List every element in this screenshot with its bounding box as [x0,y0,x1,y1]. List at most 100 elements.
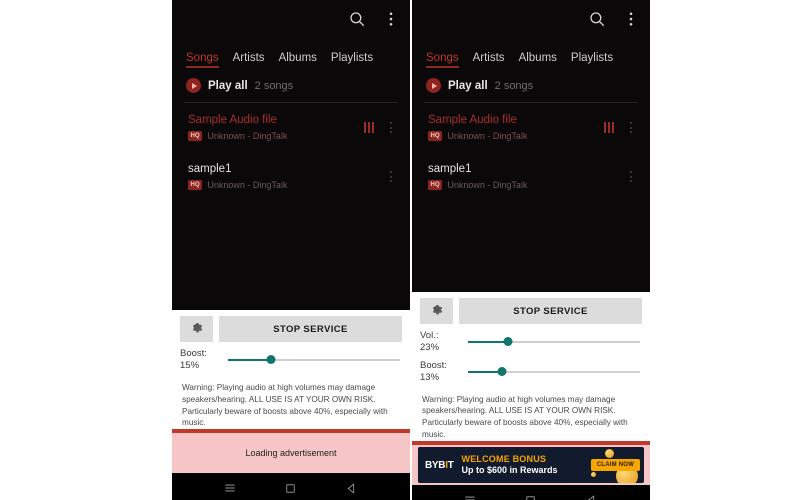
bybit-ad-inner: BYBIT WELCOME BONUS Up to $600 in Reward… [418,447,644,484]
table-row[interactable]: sample1 HQ Unknown - DingTalk [412,152,650,201]
tab-songs[interactable]: Songs [426,52,473,68]
control-button-row: STOP SERVICE [172,316,410,342]
slider-label-volume: Vol.: 23% [420,330,440,353]
slider-label-boost: Boost: 15% [180,348,207,371]
slider-volume-row: Vol.: 23% [412,324,650,354]
play-circle-icon[interactable] [426,78,441,93]
play-all-row[interactable]: Play all 2 songs [412,68,650,102]
menu-icon[interactable] [463,493,478,500]
more-vertical-icon[interactable] [382,10,400,28]
tab-playlists[interactable]: Playlists [331,52,387,68]
song-count-label: 2 songs [254,79,294,92]
song-list-left: Sample Audio file HQ Unknown - DingTalk … [172,103,410,201]
volume-slider[interactable] [468,334,640,350]
settings-button[interactable] [180,316,213,342]
bybit-ad[interactable]: BYBIT WELCOME BONUS Up to $600 in Reward… [412,445,650,485]
ad-banner-right[interactable]: BYBIT WELCOME BONUS Up to $600 in Reward… [412,445,650,486]
stop-service-button[interactable]: STOP SERVICE [219,316,402,342]
tab-albums[interactable]: Albums [279,52,331,68]
boost-slider[interactable] [468,364,640,380]
warning-text: Warning: Playing audio at high volumes m… [422,394,628,440]
play-circle-icon[interactable] [186,78,201,93]
app-topbar-right [412,0,650,38]
song-artist: Unknown - DingTalk [447,180,528,190]
tab-albums[interactable]: Albums [519,52,571,68]
song-overflow-icon[interactable] [624,169,638,185]
square-home-icon[interactable] [523,493,538,500]
song-subtitle: HQ Unknown - DingTalk [428,180,616,190]
boost-slider[interactable] [228,352,400,368]
slider-thumb[interactable] [266,355,276,365]
tab-artists[interactable]: Artists [473,52,519,68]
ad-banner-left[interactable]: Loading advertisement [172,433,410,474]
slider-fill [228,358,271,361]
play-all-label: Play all [448,79,488,92]
table-row[interactable]: sample1 HQ Unknown - DingTalk [172,152,410,201]
coin-graphic [605,449,614,459]
left-margin [0,0,172,500]
table-row[interactable]: Sample Audio file HQ Unknown - DingTalk [172,103,410,152]
song-subtitle: HQ Unknown - DingTalk [188,180,376,190]
music-app-dark-area-right: Songs Artists Albums Playlists Play all … [412,0,650,292]
table-row[interactable]: Sample Audio file HQ Unknown - DingTalk [412,103,650,152]
control-panel-right: STOP SERVICE Vol.: 23% Boost: 13% Warnin… [412,292,650,442]
play-all-row[interactable]: Play all 2 songs [172,68,410,102]
song-overflow-icon[interactable] [384,120,398,136]
song-overflow-icon[interactable] [384,169,398,185]
slider-thumb[interactable] [497,367,507,377]
equalizer-playing-icon [604,122,614,133]
equalizer-playing-icon [364,122,374,133]
hq-badge: HQ [428,180,443,190]
right-margin [650,0,800,500]
song-count-label: 2 songs [494,79,534,92]
stop-service-button[interactable]: STOP SERVICE [459,298,642,324]
song-title: sample1 [188,163,232,175]
coin-graphic [591,472,596,478]
bybit-ad-text: WELCOME BONUS Up to $600 in Rewards [454,454,591,476]
hq-badge: HQ [188,131,203,141]
gear-icon [429,301,444,321]
ad-subheadline: Up to $600 in Rewards [461,464,558,475]
slider-fill [468,340,508,343]
search-icon[interactable] [348,10,366,28]
tab-bar-left: Songs Artists Albums Playlists [172,38,410,68]
more-vertical-icon[interactable] [622,10,640,28]
ad-headline: WELCOME BONUS [461,454,547,465]
song-title: Sample Audio file [428,114,517,126]
menu-icon[interactable] [223,481,238,496]
song-list-right: Sample Audio file HQ Unknown - DingTalk … [412,103,650,201]
ad-loading-label: Loading advertisement [245,448,337,459]
tab-playlists[interactable]: Playlists [571,52,627,68]
slider-boost-row: Boost: 13% [412,354,650,384]
song-info: sample1 HQ Unknown - DingTalk [428,163,616,190]
square-home-icon[interactable] [283,481,298,496]
song-info: Sample Audio file HQ Unknown - DingTalk [188,114,356,141]
slider-label-boost: Boost: 13% [420,359,447,383]
slider-thumb[interactable] [503,337,513,347]
back-triangle-icon[interactable] [344,481,359,496]
back-triangle-icon[interactable] [584,493,599,500]
play-all-label: Play all [208,79,248,92]
control-button-row: STOP SERVICE [412,298,650,324]
control-panel-left: STOP SERVICE Boost: 15% Warning: Playing… [172,310,410,430]
search-icon[interactable] [588,10,606,28]
phone-screenshot-left: Songs Artists Albums Playlists Play all … [172,0,410,500]
warning-text: Warning: Playing audio at high volumes m… [182,382,388,428]
claim-now-button[interactable]: CLAIM NOW [590,459,640,472]
app-topbar-left [172,0,410,38]
song-overflow-icon[interactable] [624,120,638,136]
song-subtitle: HQ Unknown - DingTalk [428,131,596,141]
phone-screenshot-right: Songs Artists Albums Playlists Play all … [412,0,650,500]
settings-button[interactable] [420,298,453,324]
tab-artists[interactable]: Artists [233,52,279,68]
music-app-dark-area-left: Songs Artists Albums Playlists Play all … [172,0,410,310]
gear-icon [189,319,204,339]
hq-badge: HQ [188,180,203,190]
song-artist: Unknown - DingTalk [207,131,288,141]
song-title: Sample Audio file [188,114,277,126]
android-navbar-left [172,473,410,500]
song-subtitle: HQ Unknown - DingTalk [188,131,356,141]
tab-songs[interactable]: Songs [186,52,233,68]
song-info: Sample Audio file HQ Unknown - DingTalk [428,114,596,141]
song-artist: Unknown - DingTalk [207,180,288,190]
